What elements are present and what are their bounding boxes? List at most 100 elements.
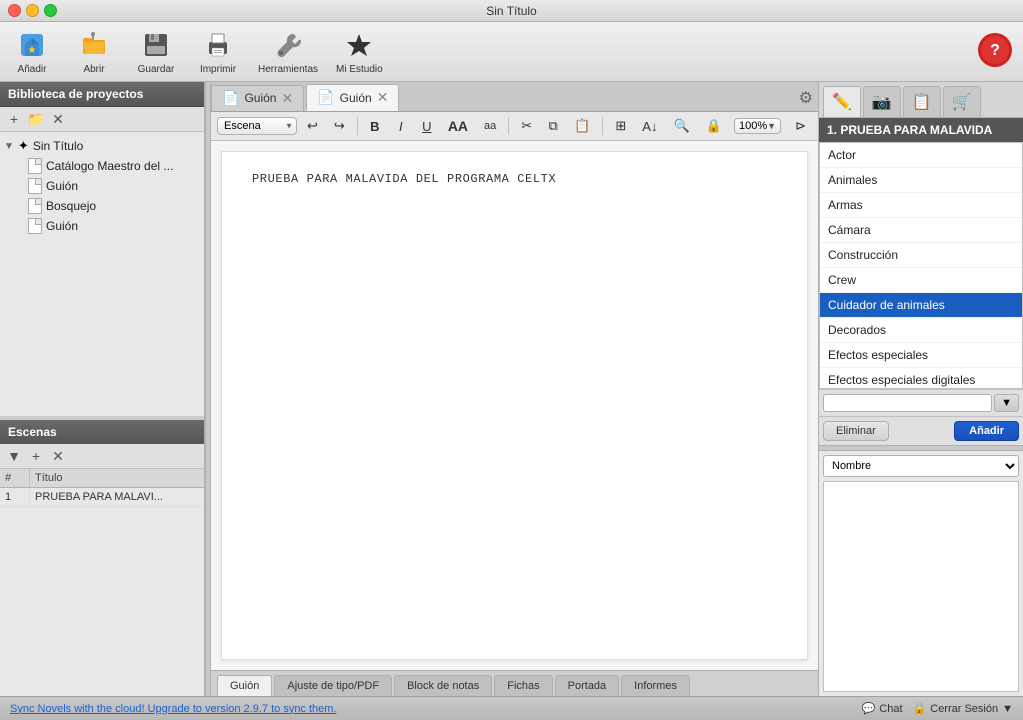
editor-content[interactable]: PRUEBA PARA MALAVIDA DEL PROGRAMA CELTX xyxy=(221,151,808,660)
rp-tab-shop[interactable]: 🛒 xyxy=(943,86,981,117)
rp-nombre-select[interactable]: Nombre xyxy=(823,455,1019,477)
mystudio-button[interactable]: Mi Estudio xyxy=(336,29,383,75)
tools-label: Herramientas xyxy=(258,64,318,75)
open-folder-button[interactable]: 📁 xyxy=(27,110,45,128)
search-button[interactable]: 🔍 xyxy=(667,115,695,137)
zoom-control: 100% ▼ xyxy=(734,118,781,134)
tree-child-item-1[interactable]: Guión xyxy=(24,176,204,196)
rp-tab-edit[interactable]: ✏️ xyxy=(823,86,861,117)
bottom-tab-portada[interactable]: Portada xyxy=(555,675,620,696)
tools-icon xyxy=(272,29,304,61)
add-label: Añadir xyxy=(18,64,47,75)
font-size-small-button[interactable]: aa xyxy=(478,117,502,135)
tab-close-1[interactable]: ✕ xyxy=(377,89,389,106)
rp-tab-edit-icon: ✏️ xyxy=(832,92,852,112)
bottom-tab-block[interactable]: Block de notas xyxy=(394,675,492,696)
tab-settings-icon[interactable]: ⚙ xyxy=(799,88,813,108)
bottom-tab-ajuste[interactable]: Ajuste de tipo/PDF xyxy=(274,675,392,696)
rp-search-input[interactable] xyxy=(823,394,992,412)
tree-child-item-3[interactable]: Guión xyxy=(24,216,204,236)
tools-button[interactable]: Herramientas xyxy=(258,29,318,75)
chat-button[interactable]: 💬 Chat xyxy=(862,702,903,715)
underline-button[interactable]: U xyxy=(416,116,438,137)
rp-item-construccion[interactable]: Construcción xyxy=(820,243,1022,268)
tab-0[interactable]: 📄 Guión ✕ xyxy=(211,85,304,111)
delete-project-button[interactable]: ✕ xyxy=(49,110,67,128)
sync-link[interactable]: Sync Novels with the cloud! Upgrade to v… xyxy=(10,703,337,715)
redo-button[interactable]: ↪ xyxy=(328,115,351,137)
tree-root[interactable]: ▼ ✦ Sin Título xyxy=(0,136,204,156)
save-label: Guardar xyxy=(138,64,175,75)
rp-tab-camera[interactable]: 📷 xyxy=(863,86,901,117)
sidebar: Biblioteca de proyectos + 📁 ✕ ▼ ✦ Sin Tí… xyxy=(0,82,205,696)
save-icon xyxy=(140,29,172,61)
copy-button[interactable]: ⧉ xyxy=(542,115,564,137)
zoom-arrow[interactable]: ▼ xyxy=(767,121,776,131)
bottom-tab-informes[interactable]: Informes xyxy=(621,675,690,696)
add-button[interactable]: ★ Añadir xyxy=(10,29,54,75)
rp-item-efectos[interactable]: Efectos especiales xyxy=(820,343,1022,368)
session-label: Cerrar Sesión xyxy=(930,703,998,715)
format-btn-2[interactable]: A↓ xyxy=(636,116,663,137)
rp-item-decorados[interactable]: Decorados xyxy=(820,318,1022,343)
rp-add-button[interactable]: Añadir xyxy=(954,421,1019,441)
minimize-button[interactable] xyxy=(26,4,39,17)
maximize-button[interactable] xyxy=(44,4,57,17)
font-size-big-button[interactable]: AA xyxy=(442,115,474,137)
bold-button[interactable]: B xyxy=(364,116,386,137)
rp-item-crew[interactable]: Crew xyxy=(820,268,1022,293)
print-button[interactable]: Imprimir xyxy=(196,29,240,75)
tab-close-0[interactable]: ✕ xyxy=(281,90,293,107)
cut-button[interactable]: ✂ xyxy=(515,115,538,137)
chat-label: Chat xyxy=(879,703,902,715)
col-title-header: Título xyxy=(30,469,204,487)
zoom-value: 100% xyxy=(739,120,767,132)
rp-item-camara[interactable]: Cámara xyxy=(820,218,1022,243)
rp-search-button[interactable]: ▼ xyxy=(994,394,1019,412)
panel-toggle-button[interactable]: ⊳ xyxy=(789,115,812,137)
rp-item-actor[interactable]: Actor xyxy=(820,143,1022,168)
tab-1[interactable]: 📄 Guión ✕ xyxy=(306,84,399,111)
bottom-tab-guion[interactable]: Guión xyxy=(217,675,272,696)
rp-bottom-area xyxy=(823,481,1019,692)
open-button[interactable]: Abrir xyxy=(72,29,116,75)
script-line-0: PRUEBA PARA MALAVIDA DEL PROGRAMA CELTX xyxy=(252,172,777,186)
save-button[interactable]: Guardar xyxy=(134,29,178,75)
svg-text:★: ★ xyxy=(28,45,37,56)
tree-child-label-3: Guión xyxy=(46,219,78,233)
tab-bar: 📄 Guión ✕ 📄 Guión ✕ ⚙ xyxy=(211,82,818,112)
rp-item-animales[interactable]: Animales xyxy=(820,168,1022,193)
lock-button[interactable]: 🔒 xyxy=(700,115,728,137)
delete-scene-button[interactable]: ✕ xyxy=(49,447,67,465)
add-scene-button[interactable]: + xyxy=(27,447,45,465)
window-controls xyxy=(8,4,57,17)
bottom-tab-fichas[interactable]: Fichas xyxy=(494,675,552,696)
add-project-button[interactable]: + xyxy=(5,110,23,128)
bottom-tab-bar: Guión Ajuste de tipo/PDF Block de notas … xyxy=(211,670,818,696)
close-button[interactable] xyxy=(8,4,21,17)
undo-button[interactable]: ↩ xyxy=(301,115,324,137)
fmt-sep-2 xyxy=(508,117,509,135)
rp-item-efectos-dig[interactable]: Efectos especiales digitales xyxy=(820,368,1022,389)
format-btn-1[interactable]: ⊞ xyxy=(609,115,632,137)
tree-child-item-2[interactable]: Bosquejo xyxy=(24,196,204,216)
scenes-toolbar: ▼ + ✕ xyxy=(0,444,204,469)
tree-child-item-0[interactable]: Catálogo Maestro del ... xyxy=(24,156,204,176)
project-tree: ▼ ✦ Sin Título Catálogo Maestro del ... … xyxy=(0,132,204,416)
editor-area: 📄 Guión ✕ 📄 Guión ✕ ⚙ Escena ↩ ↪ B I U xyxy=(211,82,818,696)
rp-delete-button[interactable]: Eliminar xyxy=(823,421,889,441)
tree-expand-icon: ▼ xyxy=(4,141,14,152)
help-icon[interactable]: ? xyxy=(977,32,1013,71)
tab-label-1: Guión xyxy=(340,91,372,105)
scene-row-0[interactable]: 1 PRUEBA PARA MALAVI... xyxy=(0,488,204,507)
session-button[interactable]: 🔒 Cerrar Sesión ▼ xyxy=(913,702,1013,715)
rp-item-armas[interactable]: Armas xyxy=(820,193,1022,218)
rp-tab-list[interactable]: 📋 xyxy=(903,86,941,117)
scene-title-0: PRUEBA PARA MALAVI... xyxy=(30,488,204,506)
italic-button[interactable]: I xyxy=(390,116,412,137)
status-bar-right: 💬 Chat 🔒 Cerrar Sesión ▼ xyxy=(862,702,1013,715)
scene-type-select[interactable]: Escena xyxy=(217,117,297,135)
paste-button[interactable]: 📋 xyxy=(568,115,596,137)
library-header: Biblioteca de proyectos xyxy=(0,82,204,107)
rp-item-cuidador[interactable]: Cuidador de animales xyxy=(820,293,1022,318)
